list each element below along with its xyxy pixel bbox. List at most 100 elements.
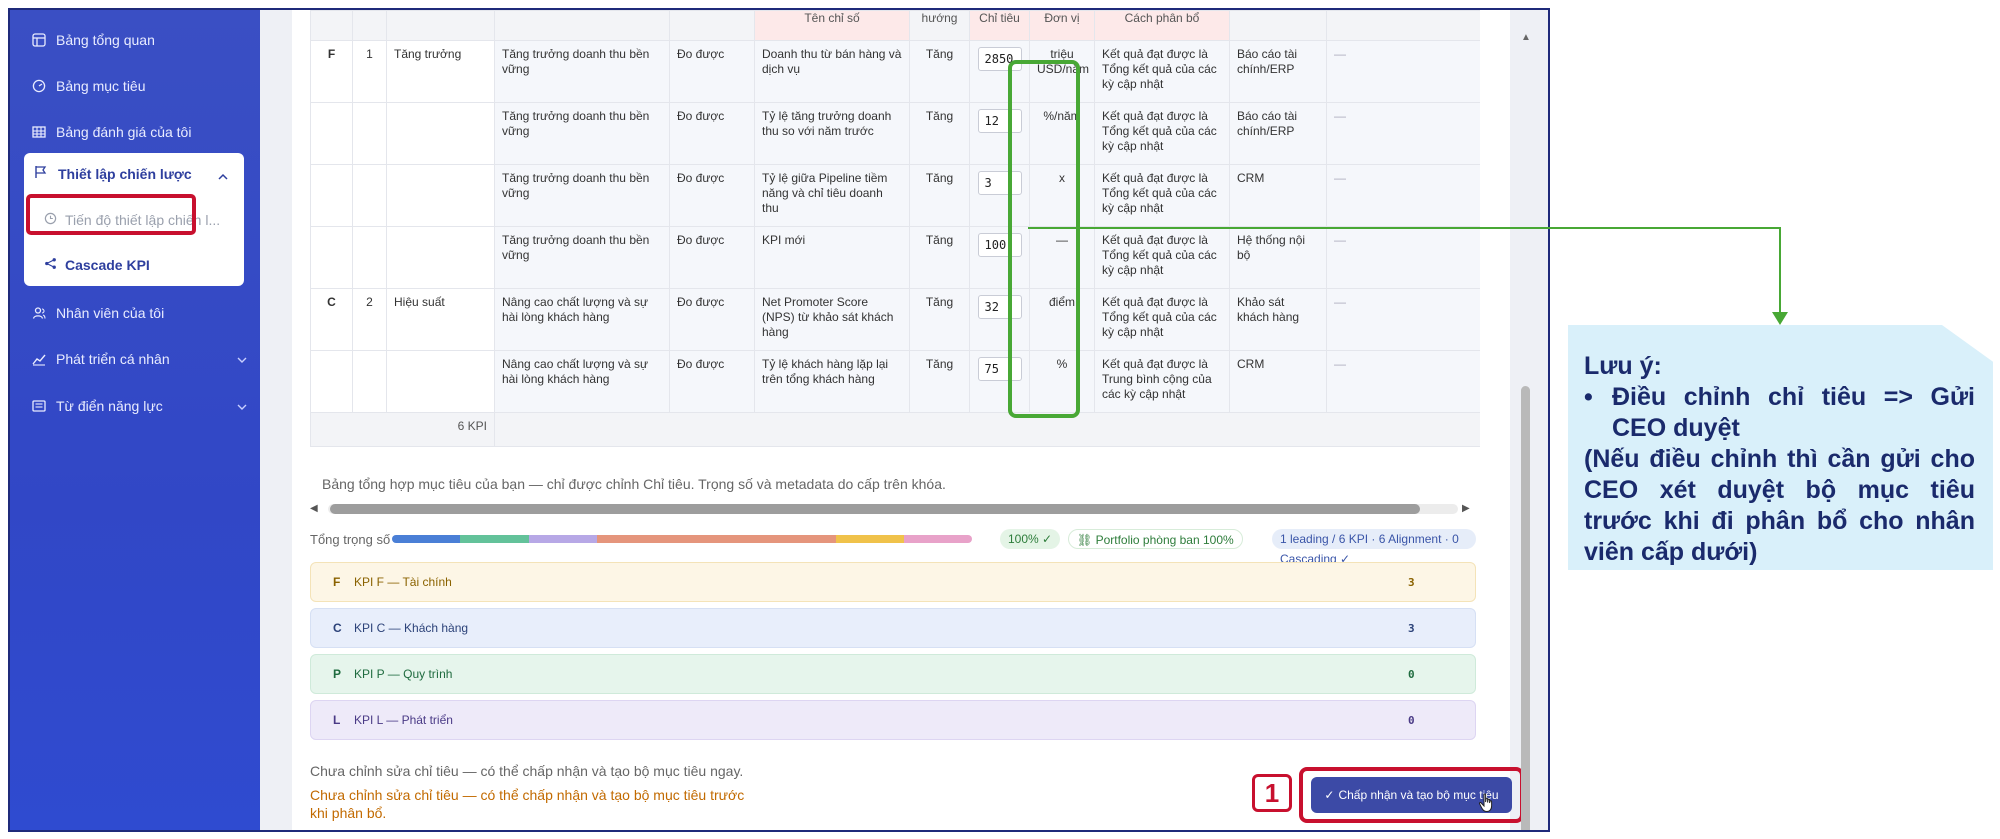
group-code: P bbox=[333, 667, 342, 681]
sidebar-item-strategy-setup[interactable]: Thiết lập chiến lược bbox=[34, 165, 192, 182]
table-icon bbox=[32, 125, 46, 139]
sidebar-item-label: Bảng tổng quan bbox=[56, 32, 155, 48]
column-header bbox=[1229, 10, 1327, 41]
sidebar-item-label: Nhân viên của tôi bbox=[56, 305, 165, 321]
scroll-left-icon[interactable]: ◀ bbox=[310, 503, 318, 514]
group-count: 0 bbox=[1408, 667, 1415, 681]
table-header-row: Tên chỉ số hướng Chỉ tiêu Đơn vị Cách ph… bbox=[310, 10, 1480, 41]
table-row: Nâng cao chất lượng và sự hài lòng khách… bbox=[310, 350, 1480, 413]
unit-cell: % bbox=[1029, 350, 1095, 413]
sidebar-item-my-staff[interactable]: Nhân viên của tôi bbox=[32, 301, 164, 325]
sidebar-item-personal-development[interactable]: Phát triển cá nhân bbox=[32, 347, 247, 371]
kpi-group-process[interactable]: P KPI P — Quy trình 0 bbox=[310, 654, 1476, 694]
weight-segment bbox=[836, 535, 905, 543]
kpi-group-financial[interactable]: F KPI F — Tài chính 3 bbox=[310, 562, 1476, 602]
weight-label: Tổng trọng số bbox=[310, 531, 391, 547]
row-number bbox=[352, 164, 387, 227]
vertical-scrollbar[interactable]: ▲ bbox=[1518, 32, 1534, 830]
objective-group: Hiệu suất bbox=[386, 288, 495, 351]
direction-cell: Tăng bbox=[909, 226, 970, 289]
scroll-up-icon[interactable]: ▲ bbox=[1521, 32, 1531, 43]
weight-summary: Tổng trọng số 100% ✓ ⛓ Portfolio phòng b… bbox=[310, 528, 1476, 566]
table-row: Tăng trưởng doanh thu bền vững Đo được T… bbox=[310, 102, 1480, 165]
column-header-allocation: Cách phân bổ bbox=[1094, 10, 1230, 41]
target-input[interactable]: 3 bbox=[977, 171, 1022, 195]
kpi-table: Tên chỉ số hướng Chỉ tiêu Đơn vị Cách ph… bbox=[310, 10, 1480, 447]
scroll-right-icon[interactable]: ▶ bbox=[1462, 503, 1470, 514]
step-number-badge: 1 bbox=[1252, 774, 1292, 812]
horizontal-scrollbar[interactable]: ◀ ▶ bbox=[310, 502, 1476, 516]
scrollbar-thumb[interactable] bbox=[330, 504, 1420, 514]
sidebar-item-dashboard[interactable]: Bảng tổng quan bbox=[32, 28, 155, 52]
row-number: 2 bbox=[352, 288, 387, 351]
direction-cell: Tăng bbox=[909, 164, 970, 227]
chevron-up-icon[interactable] bbox=[218, 168, 228, 186]
weight-total-badge: 100% ✓ bbox=[1000, 529, 1061, 549]
target-cell: 2850 bbox=[969, 40, 1030, 103]
sidebar-subitem-cascade-kpi[interactable]: Cascade KPI bbox=[44, 257, 150, 273]
sidebar-item-label: Phát triển cá nhân bbox=[56, 351, 170, 367]
perspective-code bbox=[310, 226, 353, 289]
target-cell: 32 bbox=[969, 288, 1030, 351]
sidebar-item-my-evaluation[interactable]: Bảng đánh giá của tôi bbox=[32, 120, 191, 144]
measure-type-cell: Đo được bbox=[669, 350, 755, 413]
measure-type-cell: Đo được bbox=[669, 164, 755, 227]
footer-messages: Chưa chỉnh sửa chỉ tiêu — có thể chấp nh… bbox=[310, 762, 750, 822]
kpi-group-customer[interactable]: C KPI C — Khách hàng 3 bbox=[310, 608, 1476, 648]
kpi-name-cell: Doanh thu từ bán hàng và dịch vụ bbox=[754, 40, 910, 103]
perspective-code bbox=[310, 350, 353, 413]
column-header bbox=[352, 10, 387, 41]
group-code: L bbox=[333, 713, 341, 727]
table-row: Tăng trưởng doanh thu bền vững Đo được T… bbox=[310, 164, 1480, 227]
weight-segment bbox=[460, 535, 529, 543]
chevron-down-icon[interactable] bbox=[237, 351, 247, 367]
warning-message: Chưa chỉnh sửa chỉ tiêu — có thể chấp nh… bbox=[310, 787, 745, 821]
chevron-down-icon[interactable] bbox=[237, 398, 247, 414]
direction-cell: Tăng bbox=[909, 350, 970, 413]
kpi-name-cell: KPI mới bbox=[754, 226, 910, 289]
users-icon bbox=[32, 306, 46, 320]
target-cell: 3 bbox=[969, 164, 1030, 227]
objective-group: Tăng trưởng bbox=[386, 40, 495, 103]
sidebar-item-objectives[interactable]: Bảng mục tiêu bbox=[32, 74, 146, 98]
allocation-cell: Kết quả đạt được là Trung bình cộng của … bbox=[1094, 350, 1230, 413]
check-icon: ✓ bbox=[1324, 788, 1335, 802]
row-number: 1 bbox=[352, 40, 387, 103]
column-header bbox=[1326, 10, 1480, 41]
group-name: KPI L — Phát triển bbox=[354, 713, 453, 727]
target-input[interactable]: 100 bbox=[977, 233, 1022, 257]
target-input[interactable]: 32 bbox=[977, 295, 1022, 319]
sidebar-item-competency-dictionary[interactable]: Từ điển năng lực bbox=[32, 394, 247, 418]
row-number bbox=[352, 226, 387, 289]
target-input[interactable]: 12 bbox=[977, 109, 1022, 133]
column-header bbox=[669, 10, 755, 41]
extra-cell: — bbox=[1326, 288, 1480, 351]
kpi-group-learning[interactable]: L KPI L — Phát triển 0 bbox=[310, 700, 1476, 740]
target-input[interactable]: 75 bbox=[977, 357, 1022, 381]
column-header-target: Chỉ tiêu bbox=[969, 10, 1030, 41]
objective-group bbox=[386, 226, 495, 289]
alignment-summary-badge: 1 leading / 6 KPI · 6 Alignment · 0 Casc… bbox=[1272, 529, 1476, 566]
weight-bar bbox=[392, 535, 972, 543]
group-count: 0 bbox=[1408, 713, 1415, 727]
accept-and-create-button[interactable]: ✓ Chấp nhận và tạo bộ mục tiêu bbox=[1311, 777, 1512, 813]
status-message: Chưa chỉnh sửa chỉ tiêu — có thể chấp nh… bbox=[310, 763, 744, 779]
unit-cell: triệu USD/năm bbox=[1029, 40, 1095, 103]
highlight-frame-sidebar bbox=[26, 194, 196, 235]
row-number bbox=[352, 350, 387, 413]
bullet-mark: • bbox=[1584, 383, 1593, 411]
objective-cell: Nâng cao chất lượng và sự hài lòng khách… bbox=[494, 350, 670, 413]
flag-icon bbox=[34, 165, 48, 182]
connector-arrowhead bbox=[1772, 312, 1788, 325]
data-source-cell: CRM bbox=[1229, 164, 1327, 227]
perspective-code: F bbox=[310, 40, 353, 103]
objective-group bbox=[386, 350, 495, 413]
allocation-cell: Kết quả đạt được là Tổng kết quả của các… bbox=[1094, 102, 1230, 165]
perspective-code bbox=[310, 102, 353, 165]
target-cell: 100 bbox=[969, 226, 1030, 289]
callout-title: Lưu ý: bbox=[1584, 352, 1662, 380]
sidebar-item-label: Bảng đánh giá của tôi bbox=[56, 124, 192, 140]
target-input[interactable]: 2850 bbox=[977, 47, 1022, 71]
scrollbar-thumb[interactable] bbox=[1521, 386, 1530, 830]
table-note: Bảng tổng hợp mục tiêu của bạn — chỉ đượ… bbox=[322, 476, 946, 492]
